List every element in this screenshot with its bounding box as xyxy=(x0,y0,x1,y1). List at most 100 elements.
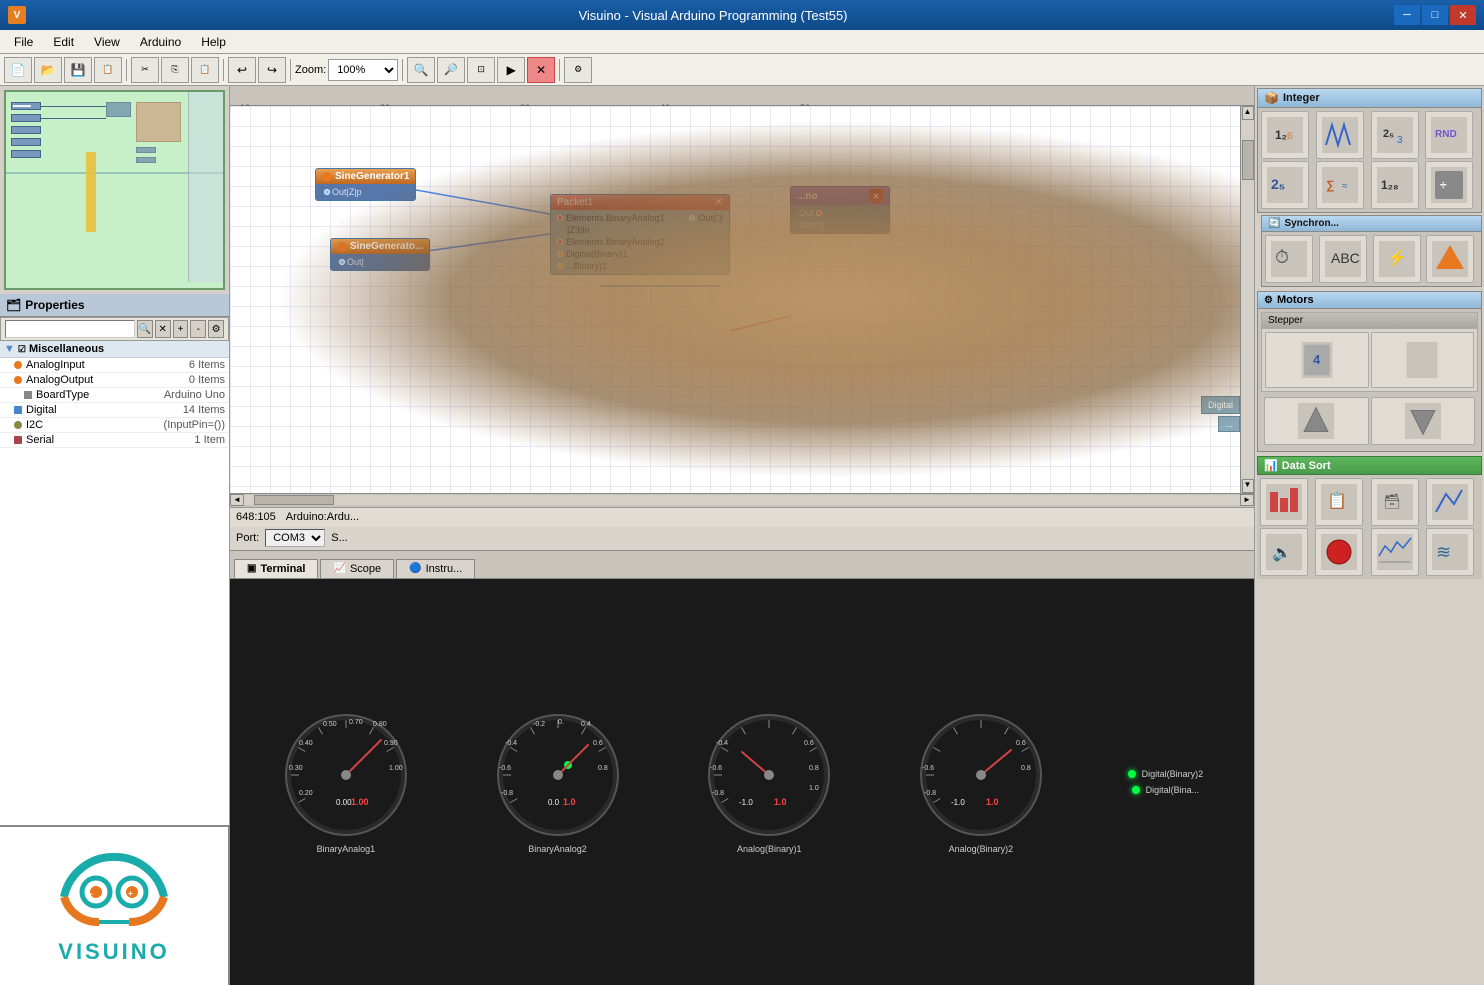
svg-text:RND: RND xyxy=(1435,129,1457,140)
tree-item-analogoutput[interactable]: AnalogOutput 0 Items xyxy=(0,373,229,388)
sine1-port-out: Out|Z|p xyxy=(318,186,413,198)
comp-synchro-2[interactable]: ABC xyxy=(1319,235,1367,283)
tab-scope[interactable]: 📈 Scope xyxy=(320,559,394,578)
tree-item-serial[interactable]: Serial 1 Item xyxy=(0,433,229,448)
svg-text:-0.2: -0.2 xyxy=(533,721,545,728)
analog-input-value: 6 Items xyxy=(189,359,225,371)
right-node-close-btn[interactable]: ✕ xyxy=(869,189,883,203)
port-speed-label: S... xyxy=(331,532,348,544)
tab-instru[interactable]: 🔵 Instru... xyxy=(396,559,475,578)
props-icon: 🗂 xyxy=(6,298,21,312)
redo-button[interactable]: ↪ xyxy=(258,57,286,83)
stepper-item-extra[interactable] xyxy=(1371,332,1475,388)
stop-button[interactable]: ✕ xyxy=(527,57,555,83)
comp-int-math[interactable]: 1₂6 xyxy=(1261,111,1309,159)
hscroll-thumb[interactable] xyxy=(254,495,334,505)
paste-button[interactable]: 📋 xyxy=(191,57,219,83)
scroll-left-btn[interactable]: ◄ xyxy=(230,494,244,506)
motor-item-2[interactable] xyxy=(1371,397,1476,445)
stepper-item-4[interactable]: 4 xyxy=(1265,332,1369,388)
comp-int-compare[interactable]: ∑≈ xyxy=(1316,161,1364,209)
minimize-button[interactable]: ─ xyxy=(1394,5,1420,25)
scroll-down-btn[interactable]: ▼ xyxy=(1242,479,1254,493)
props-search-button[interactable]: 🔍 xyxy=(137,320,153,338)
datasort-item-4[interactable] xyxy=(1426,478,1474,526)
motor-item-1[interactable] xyxy=(1264,397,1369,445)
packet1-close[interactable]: ✕ xyxy=(715,197,723,208)
run-button[interactable]: ▶ xyxy=(497,57,525,83)
menu-edit[interactable]: Edit xyxy=(43,33,84,51)
canvas-node-sine2[interactable]: SineGenerato... Out| xyxy=(330,238,430,271)
menu-arduino[interactable]: Arduino xyxy=(130,33,191,51)
zoom-select[interactable]: 100% 75% 50% 150% xyxy=(328,59,398,81)
datasort-item-6[interactable] xyxy=(1315,528,1363,576)
menu-view[interactable]: View xyxy=(84,33,130,51)
tree-item-digital[interactable]: Digital 14 Items xyxy=(0,403,229,418)
cut-button[interactable]: ✂ xyxy=(131,57,159,83)
comp-synchro-1[interactable]: ⏱ xyxy=(1265,235,1313,283)
datasort-item-5[interactable]: 🔈 xyxy=(1260,528,1308,576)
menu-help[interactable]: Help xyxy=(191,33,236,51)
datasort-item-2[interactable]: 📋 xyxy=(1315,478,1363,526)
new-button[interactable]: 📄 xyxy=(4,57,32,83)
comp-int-random[interactable]: RND xyxy=(1425,111,1473,159)
scroll-thumb[interactable] xyxy=(1242,140,1254,180)
gauge2-svg: -0.8 -0.6 -0.4 -0.2 0. 0.4 0.6 0.8 0.0 1… xyxy=(493,710,623,840)
port-select[interactable]: COM3 COM1 COM2 xyxy=(265,529,325,547)
motors-icon: ⚙ xyxy=(1264,295,1273,306)
packet1-z3in-label: |Z3|In xyxy=(557,225,590,235)
maximize-button[interactable]: □ xyxy=(1422,5,1448,25)
svg-text:🔈: 🔈 xyxy=(1272,545,1292,562)
tab-terminal[interactable]: ▣ Terminal xyxy=(234,559,318,578)
comp-synchro-4[interactable] xyxy=(1426,235,1474,283)
gauge2-dial: -0.8 -0.6 -0.4 -0.2 0. 0.4 0.6 0.8 0.0 1… xyxy=(493,710,623,840)
open-button[interactable]: 📂 xyxy=(34,57,62,83)
undo-button[interactable]: ↩ xyxy=(228,57,256,83)
vertical-scrollbar[interactable]: ▲ ▼ xyxy=(1240,106,1254,493)
save-button[interactable]: 💾 xyxy=(64,57,92,83)
canvas-node-right[interactable]: ...no ✕ Out Out|□| xyxy=(790,186,890,234)
comp-synchro-3[interactable]: ⚡ xyxy=(1373,235,1421,283)
datasort-item-7[interactable] xyxy=(1371,528,1419,576)
packet1-out-dot1 xyxy=(689,215,695,221)
copy-button[interactable]: ⎘ xyxy=(161,57,189,83)
synchro-section: 🔄 Synchron... ⏱ ABC ⚡ xyxy=(1261,215,1482,287)
properties-header: 🗂 Properties xyxy=(0,294,229,317)
comp-int-wave[interactable] xyxy=(1316,111,1364,159)
arduino-button[interactable]: ⚙ xyxy=(564,57,592,83)
props-clear-button[interactable]: ✕ xyxy=(155,320,171,338)
serial-label: Serial xyxy=(26,434,194,446)
zoom-out-button[interactable]: 🔎 xyxy=(437,57,465,83)
datasort-item-1[interactable] xyxy=(1260,478,1308,526)
props-collapse-button[interactable]: - xyxy=(190,320,206,338)
datasort-item-8[interactable]: ≋ xyxy=(1426,528,1474,576)
horizontal-scrollbar[interactable]: ◄ ► xyxy=(230,493,1254,507)
zoom-in-button[interactable]: 🔍 xyxy=(407,57,435,83)
tree-item-analoginput[interactable]: AnalogInput 6 Items xyxy=(0,358,229,373)
svg-text:0.8: 0.8 xyxy=(1021,765,1031,772)
svg-text:0.90: 0.90 xyxy=(384,740,398,747)
tree-root-miscellaneous[interactable]: ▼ ☑ Miscellaneous xyxy=(0,341,229,358)
tree-item-boardtype[interactable]: BoardType Arduino Uno xyxy=(0,388,229,403)
svg-text:0.0: 0.0 xyxy=(548,798,560,807)
scroll-up-btn[interactable]: ▲ xyxy=(1242,106,1254,120)
zoom-fit-button[interactable]: ⊡ xyxy=(467,57,495,83)
comp-int-calc[interactable]: ÷ xyxy=(1425,161,1473,209)
scroll-right-btn[interactable]: ► xyxy=(1240,494,1254,506)
digital-indicator1: Digital(Binary)2 xyxy=(1128,769,1204,779)
properties-search-input[interactable] xyxy=(5,320,135,338)
tree-item-i2c[interactable]: I2C (InputPin=()) xyxy=(0,418,229,433)
canvas-node-sine1[interactable]: SineGenerator1 Out|Z|p xyxy=(315,168,416,201)
props-expand-button[interactable]: + xyxy=(173,320,189,338)
comp-int-convert[interactable]: 2₅3 xyxy=(1371,111,1419,159)
canvas-node-packet1[interactable]: Packet1 ✕ Elements.BinaryAnalog1 Out|□| … xyxy=(550,194,730,275)
canvas-wrapper[interactable]: SineGenerator1 Out|Z|p SineGenerato... xyxy=(230,106,1240,493)
sine2-header: SineGenerato... xyxy=(331,239,429,254)
save-all-button[interactable]: 📋 xyxy=(94,57,122,83)
comp-int-counter[interactable]: 2₅ xyxy=(1261,161,1309,209)
menu-file[interactable]: File xyxy=(4,33,43,51)
close-button[interactable]: ✕ xyxy=(1450,5,1476,25)
props-settings-button[interactable]: ⚙ xyxy=(208,320,224,338)
datasort-item-3[interactable]: 🗃 xyxy=(1371,478,1419,526)
comp-int-value[interactable]: 1₂₈ xyxy=(1371,161,1419,209)
